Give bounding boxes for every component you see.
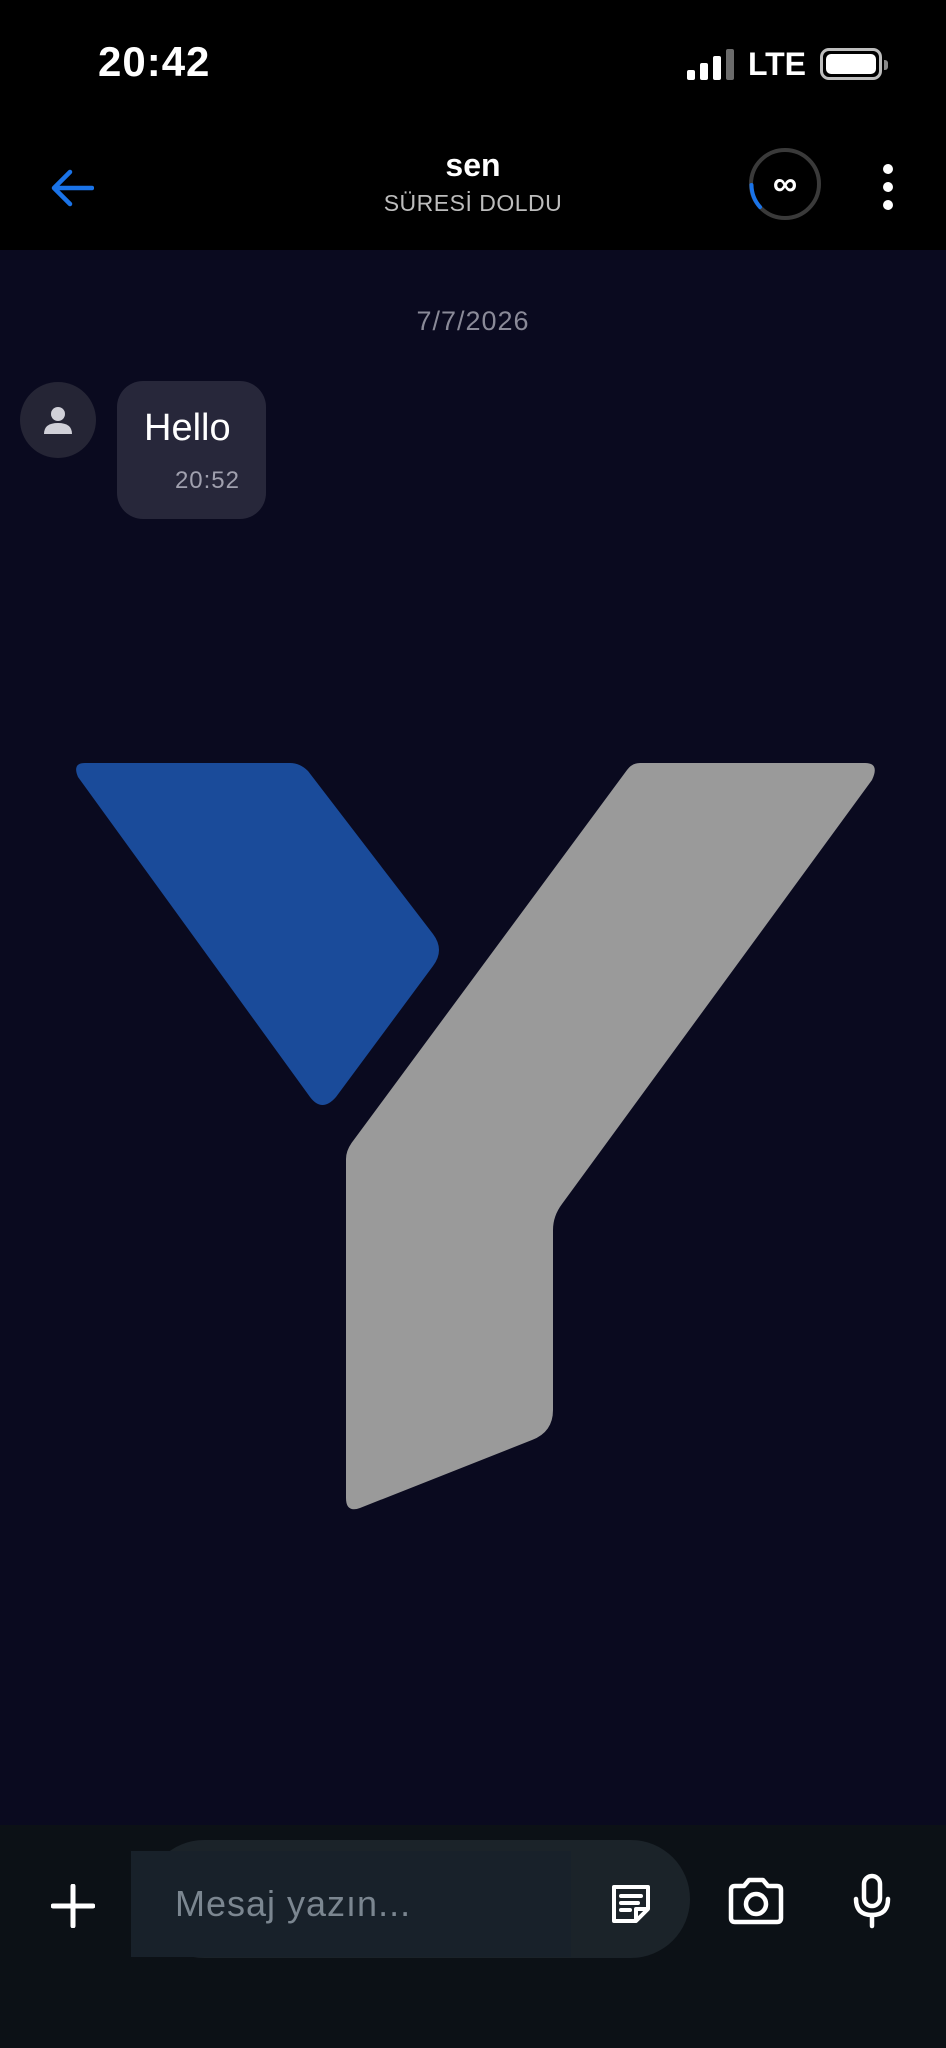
status-indicators: LTE <box>686 44 888 84</box>
message-timestamp: 20:52 <box>174 467 240 494</box>
message-composer <box>0 1825 946 2048</box>
signal-icon <box>686 48 734 80</box>
sticker-note-button[interactable] <box>600 1873 662 1935</box>
camera-icon <box>728 1877 784 1925</box>
microphone-icon <box>853 1873 891 1929</box>
status-bar: 20:42 LTE <box>0 0 946 125</box>
chat-header: sen SÜRESİ DOLDU ∞ <box>0 125 946 250</box>
message-text: Hello <box>144 407 231 449</box>
more-vertical-icon <box>883 164 893 174</box>
voice-message-button[interactable] <box>840 1867 904 1935</box>
plus-icon <box>51 1884 95 1928</box>
attach-button[interactable] <box>40 1873 106 1939</box>
message-input[interactable] <box>131 1851 571 1957</box>
date-separator: 7/7/2026 <box>416 306 530 336</box>
avatar[interactable] <box>20 382 96 458</box>
infinity-icon: ∞ <box>772 164 798 203</box>
battery-icon <box>820 48 888 80</box>
more-options-button[interactable] <box>868 155 908 219</box>
disappearing-timer-button[interactable]: ∞ <box>748 147 822 221</box>
network-type: LTE <box>747 45 806 82</box>
note-icon <box>612 1885 650 1923</box>
camera-button[interactable] <box>724 1869 788 1933</box>
person-icon <box>44 407 72 434</box>
message-bubble-incoming[interactable]: Hello 20:52 <box>117 381 266 519</box>
chat-messages-area[interactable]: 7/7/2026 Hello 20:52 <box>0 250 946 1825</box>
status-time: 20:42 <box>98 38 211 85</box>
